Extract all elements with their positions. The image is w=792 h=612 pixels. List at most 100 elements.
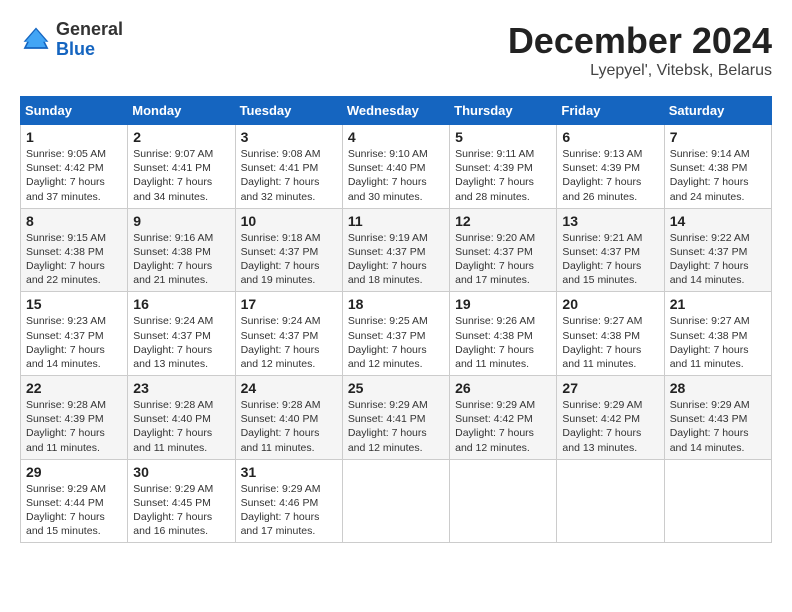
day-number: 5: [455, 129, 551, 145]
day-number: 11: [348, 213, 444, 229]
day-info: Sunrise: 9:15 AMSunset: 4:38 PMDaylight:…: [26, 231, 122, 288]
day-number: 6: [562, 129, 658, 145]
day-info: Sunrise: 9:28 AMSunset: 4:39 PMDaylight:…: [26, 398, 122, 455]
day-info: Sunrise: 9:24 AMSunset: 4:37 PMDaylight:…: [241, 314, 337, 371]
day-info: Sunrise: 9:28 AMSunset: 4:40 PMDaylight:…: [241, 398, 337, 455]
day-number: 17: [241, 296, 337, 312]
day-number: 23: [133, 380, 229, 396]
calendar-cell: 10 Sunrise: 9:18 AMSunset: 4:37 PMDayligh…: [235, 208, 342, 292]
header-monday: Monday: [128, 97, 235, 125]
header-friday: Friday: [557, 97, 664, 125]
calendar-cell: 17 Sunrise: 9:24 AMSunset: 4:37 PMDayligh…: [235, 292, 342, 376]
logo: General Blue: [20, 20, 123, 60]
day-number: 25: [348, 380, 444, 396]
calendar-cell: 4 Sunrise: 9:10 AMSunset: 4:40 PMDaylight…: [342, 125, 449, 209]
day-info: Sunrise: 9:21 AMSunset: 4:37 PMDaylight:…: [562, 231, 658, 288]
day-info: Sunrise: 9:18 AMSunset: 4:37 PMDaylight:…: [241, 231, 337, 288]
calendar-cell: 23 Sunrise: 9:28 AMSunset: 4:40 PMDayligh…: [128, 376, 235, 460]
logo-blue-text: Blue: [56, 40, 123, 60]
week-row-3: 15 Sunrise: 9:23 AMSunset: 4:37 PMDayligh…: [21, 292, 772, 376]
day-number: 7: [670, 129, 766, 145]
day-info: Sunrise: 9:16 AMSunset: 4:38 PMDaylight:…: [133, 231, 229, 288]
day-info: Sunrise: 9:05 AMSunset: 4:42 PMDaylight:…: [26, 147, 122, 204]
day-number: 4: [348, 129, 444, 145]
day-number: 13: [562, 213, 658, 229]
day-info: Sunrise: 9:19 AMSunset: 4:37 PMDaylight:…: [348, 231, 444, 288]
calendar-cell: 18 Sunrise: 9:25 AMSunset: 4:37 PMDayligh…: [342, 292, 449, 376]
calendar-cell: 14Sunrise: 9:22 AMSunset: 4:37 PMDayligh…: [664, 208, 771, 292]
logo-general-text: General: [56, 20, 123, 40]
day-info: Sunrise: 9:29 AMSunset: 4:42 PMDaylight:…: [455, 398, 551, 455]
calendar-cell: 20Sunrise: 9:27 AMSunset: 4:38 PMDayligh…: [557, 292, 664, 376]
day-info: Sunrise: 9:07 AMSunset: 4:41 PMDaylight:…: [133, 147, 229, 204]
day-info: Sunrise: 9:11 AMSunset: 4:39 PMDaylight:…: [455, 147, 551, 204]
header-wednesday: Wednesday: [342, 97, 449, 125]
day-info: Sunrise: 9:29 AMSunset: 4:43 PMDaylight:…: [670, 398, 766, 455]
day-number: 8: [26, 213, 122, 229]
day-info: Sunrise: 9:29 AMSunset: 4:42 PMDaylight:…: [562, 398, 658, 455]
day-number: 21: [670, 296, 766, 312]
header-thursday: Thursday: [450, 97, 557, 125]
calendar-body: 1 Sunrise: 9:05 AMSunset: 4:42 PMDaylight…: [21, 125, 772, 543]
day-number: 3: [241, 129, 337, 145]
day-info: Sunrise: 9:29 AMSunset: 4:44 PMDaylight:…: [26, 482, 122, 539]
day-number: 24: [241, 380, 337, 396]
calendar-cell: 8 Sunrise: 9:15 AMSunset: 4:38 PMDaylight…: [21, 208, 128, 292]
calendar-cell: 28 Sunrise: 9:29 AMSunset: 4:43 PMDayligh…: [664, 376, 771, 460]
title-block: December 2024 Lyepyel', Vitebsk, Belarus: [508, 20, 772, 80]
day-number: 15: [26, 296, 122, 312]
day-info: Sunrise: 9:28 AMSunset: 4:40 PMDaylight:…: [133, 398, 229, 455]
day-number: 28: [670, 380, 766, 396]
day-info: Sunrise: 9:23 AMSunset: 4:37 PMDaylight:…: [26, 314, 122, 371]
day-info: Sunrise: 9:29 AMSunset: 4:41 PMDaylight:…: [348, 398, 444, 455]
day-info: Sunrise: 9:14 AMSunset: 4:38 PMDaylight:…: [670, 147, 766, 204]
calendar-cell: 30Sunrise: 9:29 AMSunset: 4:45 PMDayligh…: [128, 459, 235, 543]
calendar-cell: [342, 459, 449, 543]
calendar-cell: 6 Sunrise: 9:13 AMSunset: 4:39 PMDaylight…: [557, 125, 664, 209]
week-row-2: 8 Sunrise: 9:15 AMSunset: 4:38 PMDaylight…: [21, 208, 772, 292]
header-saturday: Saturday: [664, 97, 771, 125]
month-title: December 2024: [508, 20, 772, 62]
calendar-cell: 16Sunrise: 9:24 AMSunset: 4:37 PMDayligh…: [128, 292, 235, 376]
page-header: General Blue December 2024 Lyepyel', Vit…: [20, 20, 772, 80]
day-info: Sunrise: 9:29 AMSunset: 4:46 PMDaylight:…: [241, 482, 337, 539]
calendar-cell: 21 Sunrise: 9:27 AMSunset: 4:38 PMDayligh…: [664, 292, 771, 376]
calendar-cell: 24 Sunrise: 9:28 AMSunset: 4:40 PMDayligh…: [235, 376, 342, 460]
day-info: Sunrise: 9:22 AMSunset: 4:37 PMDaylight:…: [670, 231, 766, 288]
calendar-cell: 9 Sunrise: 9:16 AMSunset: 4:38 PMDaylight…: [128, 208, 235, 292]
calendar-cell: 29 Sunrise: 9:29 AMSunset: 4:44 PMDayligh…: [21, 459, 128, 543]
calendar-cell: 3 Sunrise: 9:08 AMSunset: 4:41 PMDaylight…: [235, 125, 342, 209]
week-row-1: 1 Sunrise: 9:05 AMSunset: 4:42 PMDaylight…: [21, 125, 772, 209]
day-number: 27: [562, 380, 658, 396]
day-info: Sunrise: 9:13 AMSunset: 4:39 PMDaylight:…: [562, 147, 658, 204]
logo-icon: [20, 24, 52, 56]
day-number: 9: [133, 213, 229, 229]
day-info: Sunrise: 9:27 AMSunset: 4:38 PMDaylight:…: [670, 314, 766, 371]
week-row-5: 29 Sunrise: 9:29 AMSunset: 4:44 PMDayligh…: [21, 459, 772, 543]
day-number: 31: [241, 464, 337, 480]
calendar-cell: 12Sunrise: 9:20 AMSunset: 4:37 PMDayligh…: [450, 208, 557, 292]
day-number: 20: [562, 296, 658, 312]
day-number: 22: [26, 380, 122, 396]
day-info: Sunrise: 9:29 AMSunset: 4:45 PMDaylight:…: [133, 482, 229, 539]
day-info: Sunrise: 9:08 AMSunset: 4:41 PMDaylight:…: [241, 147, 337, 204]
header-tuesday: Tuesday: [235, 97, 342, 125]
day-info: Sunrise: 9:24 AMSunset: 4:37 PMDaylight:…: [133, 314, 229, 371]
calendar-cell: 31 Sunrise: 9:29 AMSunset: 4:46 PMDayligh…: [235, 459, 342, 543]
day-number: 10: [241, 213, 337, 229]
calendar-cell: 27 Sunrise: 9:29 AMSunset: 4:42 PMDayligh…: [557, 376, 664, 460]
calendar-cell: 25 Sunrise: 9:29 AMSunset: 4:41 PMDayligh…: [342, 376, 449, 460]
day-info: Sunrise: 9:25 AMSunset: 4:37 PMDaylight:…: [348, 314, 444, 371]
day-number: 18: [348, 296, 444, 312]
calendar-cell: 7 Sunrise: 9:14 AMSunset: 4:38 PMDaylight…: [664, 125, 771, 209]
calendar-cell: 19Sunrise: 9:26 AMSunset: 4:38 PMDayligh…: [450, 292, 557, 376]
day-number: 29: [26, 464, 122, 480]
calendar-cell: 26Sunrise: 9:29 AMSunset: 4:42 PMDayligh…: [450, 376, 557, 460]
calendar-cell: 1 Sunrise: 9:05 AMSunset: 4:42 PMDaylight…: [21, 125, 128, 209]
header-row: SundayMondayTuesdayWednesdayThursdayFrid…: [21, 97, 772, 125]
day-info: Sunrise: 9:10 AMSunset: 4:40 PMDaylight:…: [348, 147, 444, 204]
day-number: 1: [26, 129, 122, 145]
calendar-cell: 13 Sunrise: 9:21 AMSunset: 4:37 PMDayligh…: [557, 208, 664, 292]
calendar-cell: 22 Sunrise: 9:28 AMSunset: 4:39 PMDayligh…: [21, 376, 128, 460]
calendar-cell: 5 Sunrise: 9:11 AMSunset: 4:39 PMDaylight…: [450, 125, 557, 209]
